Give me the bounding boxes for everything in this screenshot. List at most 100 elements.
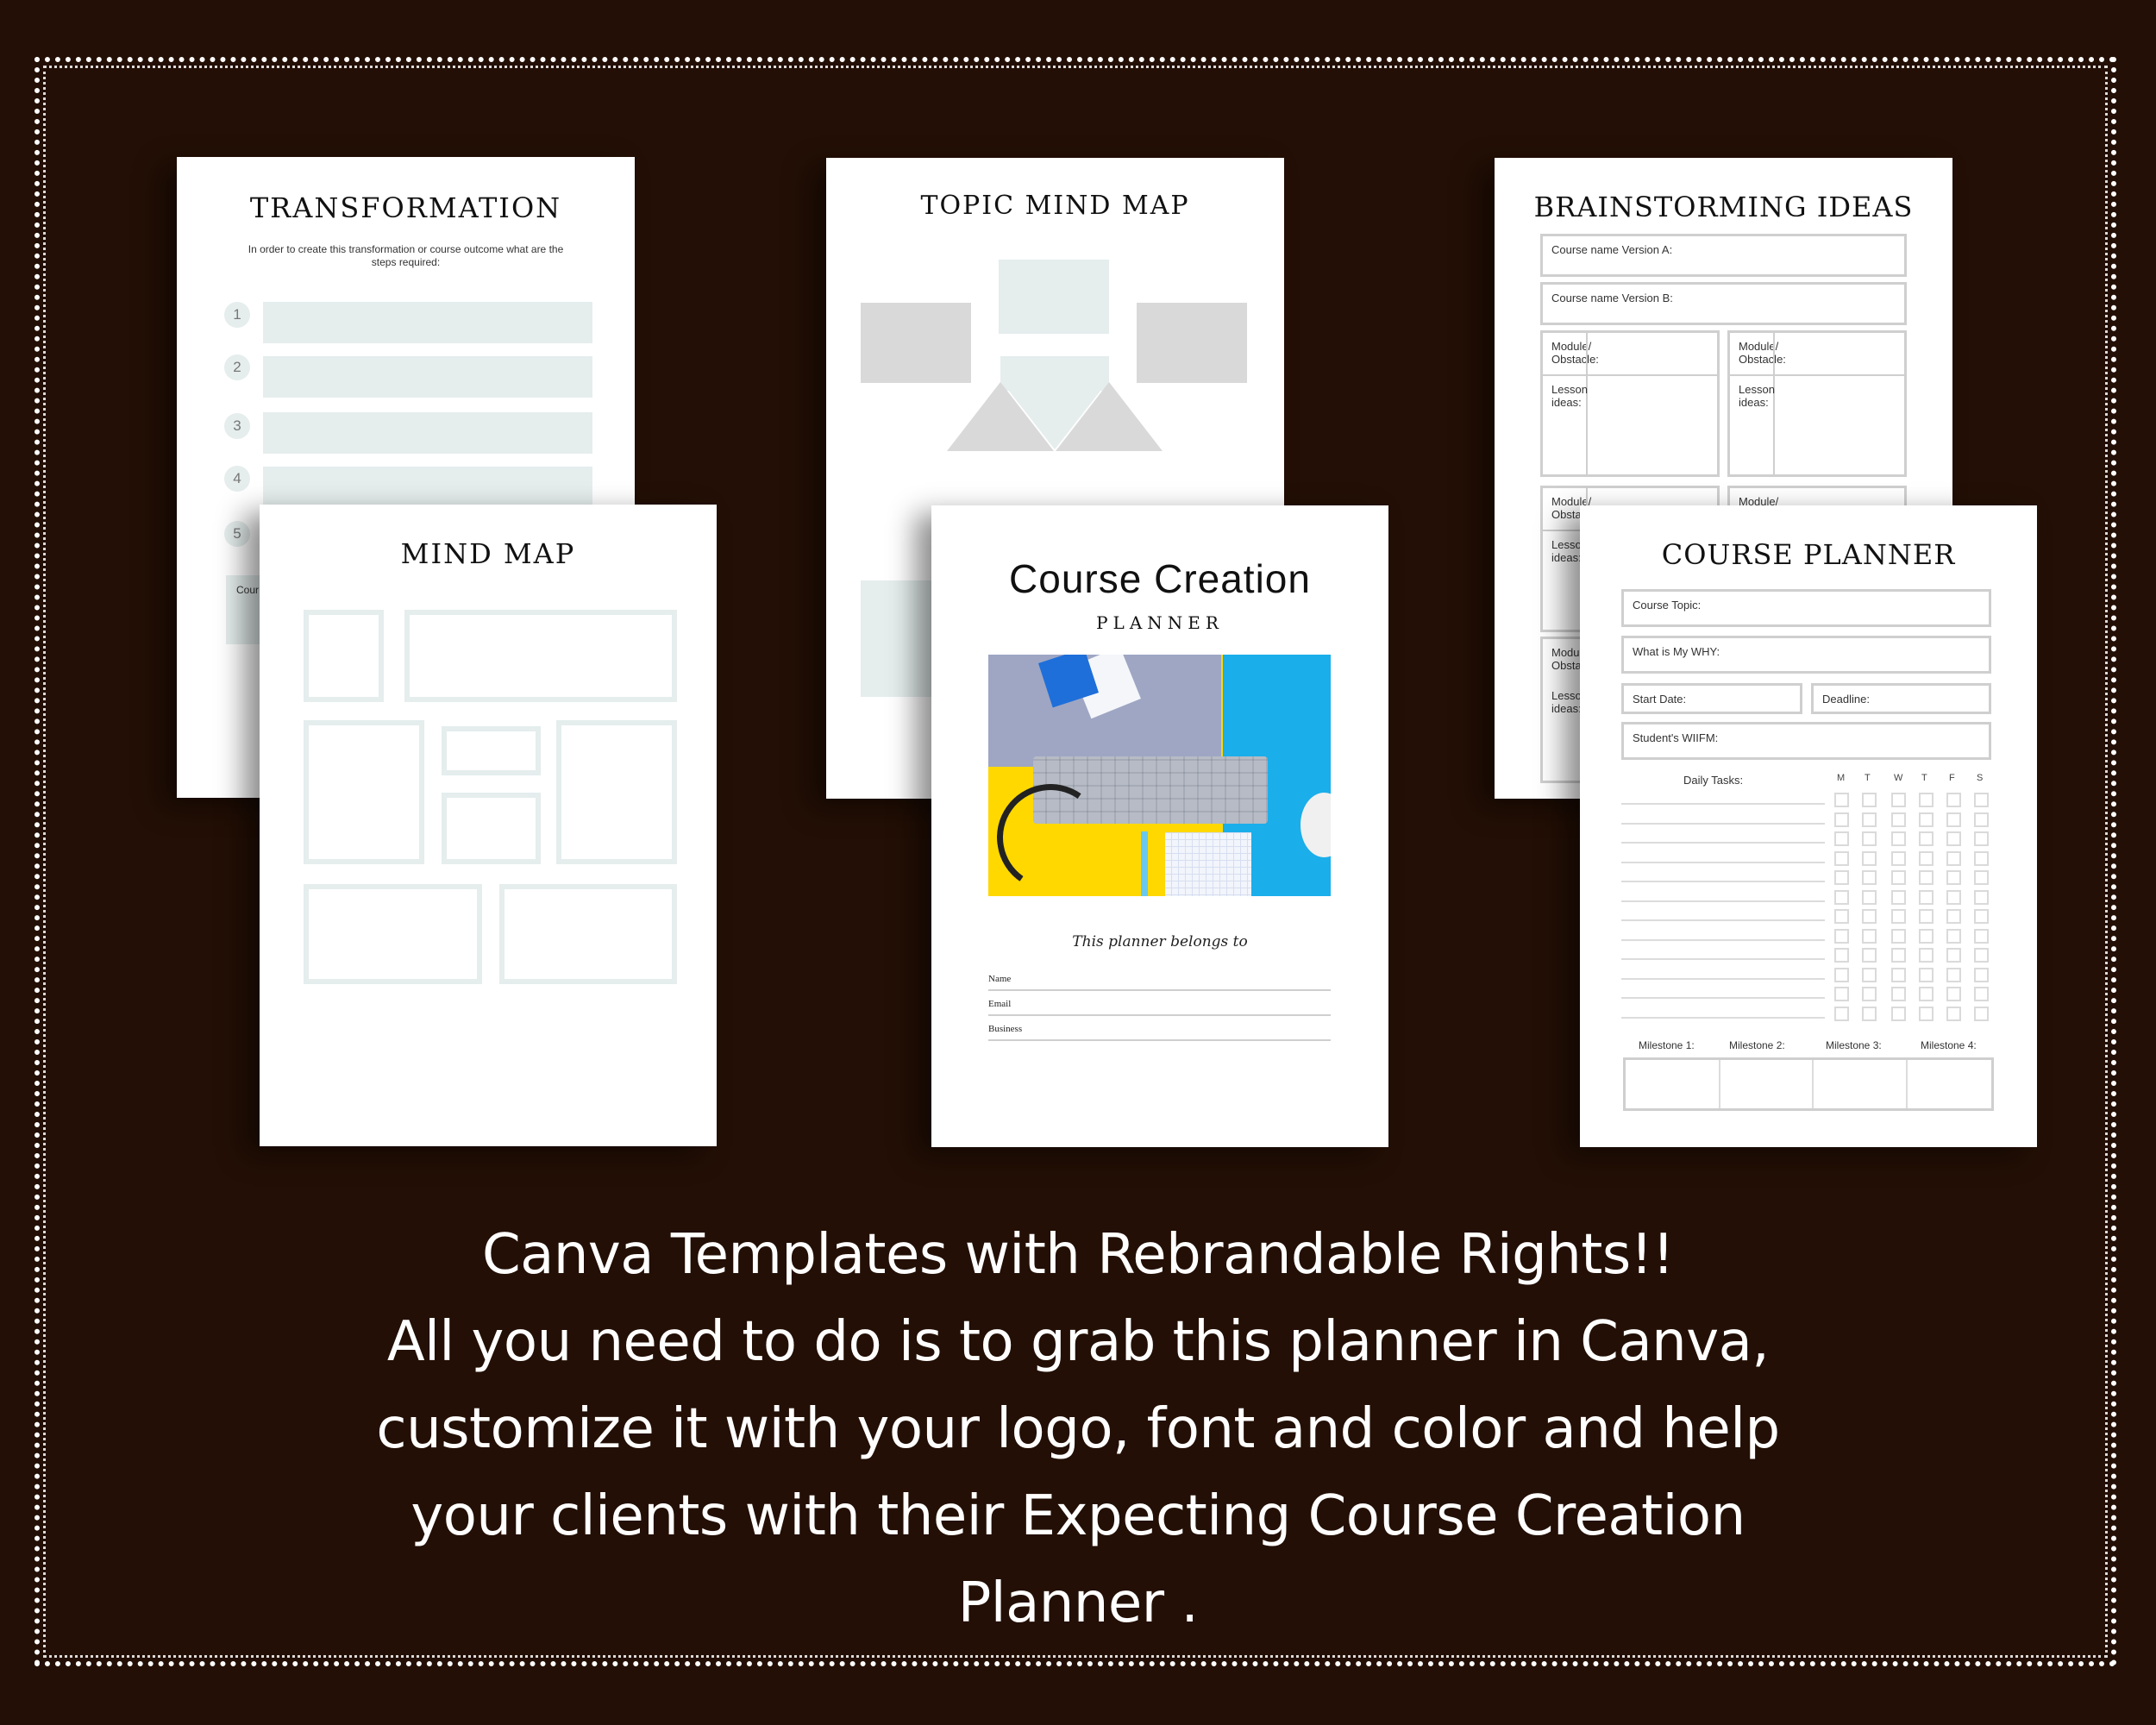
task-checkbox[interactable] <box>1919 987 1934 1001</box>
task-checkbox[interactable] <box>1891 831 1906 846</box>
task-checkbox[interactable] <box>1974 928 1989 944</box>
task-checkbox[interactable] <box>1919 948 1934 963</box>
mind-map-box[interactable] <box>404 610 677 702</box>
task-checkbox[interactable] <box>1974 948 1989 963</box>
task-line[interactable] <box>1621 1016 1825 1019</box>
step-field[interactable] <box>263 412 592 454</box>
task-checkbox[interactable] <box>1919 967 1934 982</box>
task-checkbox[interactable] <box>1862 928 1877 944</box>
task-checkbox[interactable] <box>1891 987 1906 1001</box>
task-checkbox[interactable] <box>1946 831 1961 846</box>
task-checkbox[interactable] <box>1974 870 1989 885</box>
task-checkbox[interactable] <box>1862 889 1877 905</box>
task-line[interactable] <box>1621 997 1825 999</box>
task-checkbox[interactable] <box>1834 987 1849 1001</box>
task-line[interactable] <box>1621 919 1825 921</box>
task-checkbox[interactable] <box>1974 793 1989 807</box>
task-line[interactable] <box>1621 822 1825 825</box>
task-checkbox[interactable] <box>1919 1006 1934 1021</box>
task-checkbox[interactable] <box>1862 948 1877 963</box>
task-checkbox[interactable] <box>1862 870 1877 885</box>
task-checkbox[interactable] <box>1862 793 1877 807</box>
task-checkbox[interactable] <box>1974 889 1989 905</box>
module-box[interactable]: Module/ Obstacle: Lesson ideas: <box>1540 330 1720 477</box>
milestone-cell[interactable] <box>1720 1060 1814 1108</box>
task-checkbox[interactable] <box>1862 967 1877 982</box>
task-checkbox[interactable] <box>1862 831 1877 846</box>
owner-field-email[interactable]: Email <box>988 999 1331 1016</box>
task-checkbox[interactable] <box>1862 909 1877 924</box>
mind-map-box[interactable] <box>442 726 541 775</box>
task-checkbox[interactable] <box>1834 812 1849 827</box>
task-checkbox[interactable] <box>1946 948 1961 963</box>
task-checkbox[interactable] <box>1834 850 1849 866</box>
task-checkbox[interactable] <box>1974 909 1989 924</box>
task-checkbox[interactable] <box>1919 812 1934 827</box>
task-line[interactable] <box>1621 900 1825 902</box>
task-checkbox[interactable] <box>1946 909 1961 924</box>
task-checkbox[interactable] <box>1919 793 1934 807</box>
task-checkbox[interactable] <box>1974 967 1989 982</box>
mind-map-box[interactable] <box>499 884 677 984</box>
task-checkbox[interactable] <box>1862 850 1877 866</box>
task-checkbox[interactable] <box>1946 793 1961 807</box>
task-line[interactable] <box>1621 938 1825 941</box>
step-field[interactable] <box>263 467 592 508</box>
task-checkbox[interactable] <box>1891 967 1906 982</box>
task-checkbox[interactable] <box>1919 889 1934 905</box>
why-field[interactable]: What is My WHY: <box>1621 636 1991 674</box>
task-checkbox[interactable] <box>1946 1006 1961 1021</box>
task-checkbox[interactable] <box>1946 889 1961 905</box>
task-checkbox[interactable] <box>1974 812 1989 827</box>
task-checkbox[interactable] <box>1891 909 1906 924</box>
step-field[interactable] <box>263 356 592 398</box>
task-checkbox[interactable] <box>1862 812 1877 827</box>
task-line[interactable] <box>1621 958 1825 960</box>
owner-field-business[interactable]: Business <box>988 1024 1331 1041</box>
task-checkbox[interactable] <box>1834 889 1849 905</box>
task-checkbox[interactable] <box>1946 967 1961 982</box>
start-date-field[interactable]: Start Date: <box>1621 683 1802 714</box>
task-checkbox[interactable] <box>1974 1006 1989 1021</box>
course-topic-field[interactable]: Course Topic: <box>1621 589 1991 627</box>
owner-field-name[interactable]: Name <box>988 974 1331 991</box>
task-checkbox[interactable] <box>1891 812 1906 827</box>
milestone-cell[interactable] <box>1814 1060 1908 1108</box>
task-checkbox[interactable] <box>1891 870 1906 885</box>
task-checkbox[interactable] <box>1946 928 1961 944</box>
task-checkbox[interactable] <box>1891 948 1906 963</box>
task-checkbox[interactable] <box>1919 850 1934 866</box>
task-line[interactable] <box>1621 861 1825 863</box>
mind-map-box[interactable] <box>442 793 541 864</box>
task-checkbox[interactable] <box>1891 889 1906 905</box>
task-checkbox[interactable] <box>1891 850 1906 866</box>
step-field[interactable] <box>263 302 592 343</box>
milestone-cell[interactable] <box>1908 1060 1991 1108</box>
task-checkbox[interactable] <box>1862 987 1877 1001</box>
task-checkbox[interactable] <box>1919 909 1934 924</box>
task-checkbox[interactable] <box>1919 928 1934 944</box>
milestone-cell[interactable] <box>1626 1060 1720 1108</box>
task-checkbox[interactable] <box>1946 850 1961 866</box>
task-checkbox[interactable] <box>1834 909 1849 924</box>
module-box[interactable]: Module/ Obstacle: Lesson ideas: <box>1727 330 1907 477</box>
mind-map-box[interactable] <box>304 884 482 984</box>
version-b-field[interactable]: Course name Version B: <box>1540 282 1907 325</box>
task-checkbox[interactable] <box>1891 1006 1906 1021</box>
task-checkbox[interactable] <box>1919 831 1934 846</box>
task-checkbox[interactable] <box>1834 870 1849 885</box>
mind-map-box[interactable] <box>304 610 384 702</box>
mind-map-box[interactable] <box>556 720 677 864</box>
task-checkbox[interactable] <box>1946 870 1961 885</box>
task-checkbox[interactable] <box>1834 1006 1849 1021</box>
task-line[interactable] <box>1621 881 1825 882</box>
task-line[interactable] <box>1621 842 1825 844</box>
task-checkbox[interactable] <box>1834 948 1849 963</box>
task-checkbox[interactable] <box>1946 987 1961 1001</box>
wiifm-field[interactable]: Student's WIIFM: <box>1621 722 1991 760</box>
task-checkbox[interactable] <box>1946 812 1961 827</box>
task-checkbox[interactable] <box>1891 793 1906 807</box>
task-checkbox[interactable] <box>1834 967 1849 982</box>
version-a-field[interactable]: Course name Version A: <box>1540 234 1907 277</box>
task-checkbox[interactable] <box>1834 928 1849 944</box>
